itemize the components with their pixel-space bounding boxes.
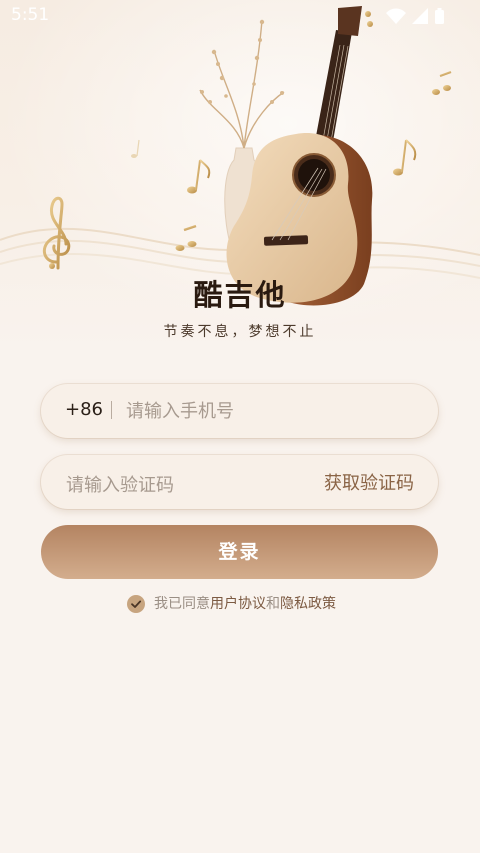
battery-icon (435, 8, 444, 24)
agreement-and: 和 (266, 596, 280, 612)
status-icons (384, 7, 446, 25)
verification-code-input[interactable] (66, 471, 296, 499)
phone-field[interactable]: +86 (41, 384, 438, 438)
check-icon (131, 600, 142, 608)
login-button[interactable]: 登录 (41, 525, 438, 579)
agreement-prefix: 我已同意 (154, 596, 210, 612)
privacy-policy-link[interactable]: 隐私政策 (280, 596, 336, 612)
phone-input[interactable] (126, 397, 416, 425)
wifi-icon (386, 8, 406, 24)
get-code-button[interactable]: 获取验证码 (324, 469, 414, 495)
divider (111, 401, 112, 419)
status-bar: 5:51 (0, 0, 480, 32)
hero-banner: 5:51 酷吉他 节奏不息，梦想不止 (0, 0, 480, 352)
agreement-checkbox[interactable] (127, 595, 145, 613)
agreement-text: 我已同意用户协议和隐私政策 (154, 594, 336, 614)
app-slogan: 节奏不息，梦想不止 (163, 324, 317, 340)
app-title: 酷吉他 (193, 278, 287, 312)
status-time: 5:51 (11, 5, 50, 25)
cellular-signal-icon (412, 8, 428, 24)
country-code[interactable]: +86 (65, 399, 103, 420)
verification-code-field[interactable]: 获取验证码 (41, 455, 438, 509)
user-agreement-link[interactable]: 用户协议 (210, 596, 266, 612)
